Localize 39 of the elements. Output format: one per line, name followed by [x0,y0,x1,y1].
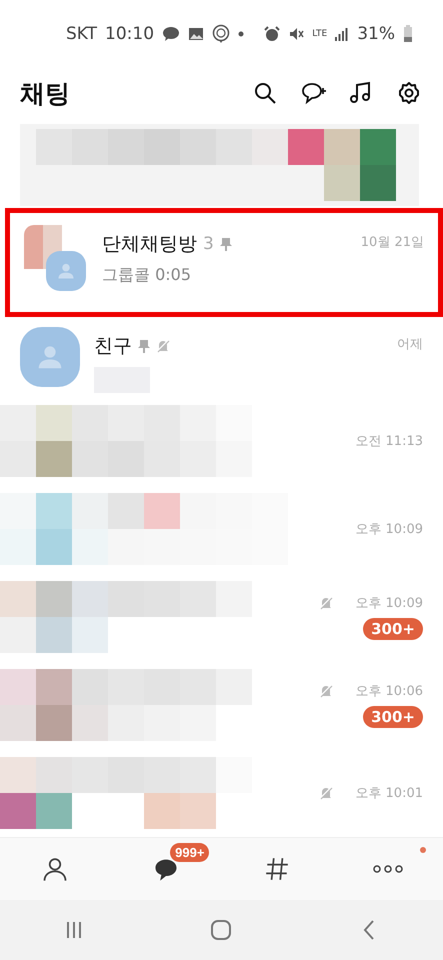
battery-icon [403,25,413,43]
more-icon [372,863,404,875]
ad-banner[interactable] [20,124,419,206]
unread-count: 300+ [363,706,423,728]
person-icon [41,855,70,883]
screen-title: 채팅 [20,78,71,110]
chat-time: 오후 10:09 [355,594,423,612]
music-note-icon [349,81,373,105]
chat-time: 어제 [397,336,423,353]
search-icon [253,81,277,105]
message-preview: 그룹콜 0:05 [102,265,192,286]
home-icon [210,919,232,941]
chat-time: 오후 10:06 [355,682,423,700]
chat-notification-icon [162,26,180,42]
image-icon [188,27,204,41]
tab[interactable]: 999+ [124,841,208,897]
hashtag-icon [264,856,290,882]
back-icon [362,919,376,941]
signal-icon [335,27,350,41]
dot-icon [238,31,244,37]
battery-level: 31% [357,24,395,44]
network-type: LTE [312,29,328,39]
unread-count: 300+ [363,618,423,640]
unread-count: 999+ [170,843,210,862]
alarm-icon [264,26,280,42]
carrier: SKT [66,24,98,44]
settings-icon [397,81,421,105]
clock: 10:10 [105,24,154,44]
chat-time: 10월 21일 [360,234,424,252]
chat-time: 오후 10:01 [355,784,423,802]
chat-name: 친구 [94,334,132,359]
chat-plus-icon [300,80,326,106]
person-icon [56,261,76,282]
chat-time: 오전 11:13 [355,432,423,450]
mute-icon [288,26,304,42]
member-count: 3 [203,234,214,254]
location-icon [212,24,230,44]
chat-name: 단체채팅방 [102,232,197,258]
chat-time: 오후 10:09 [355,520,423,538]
